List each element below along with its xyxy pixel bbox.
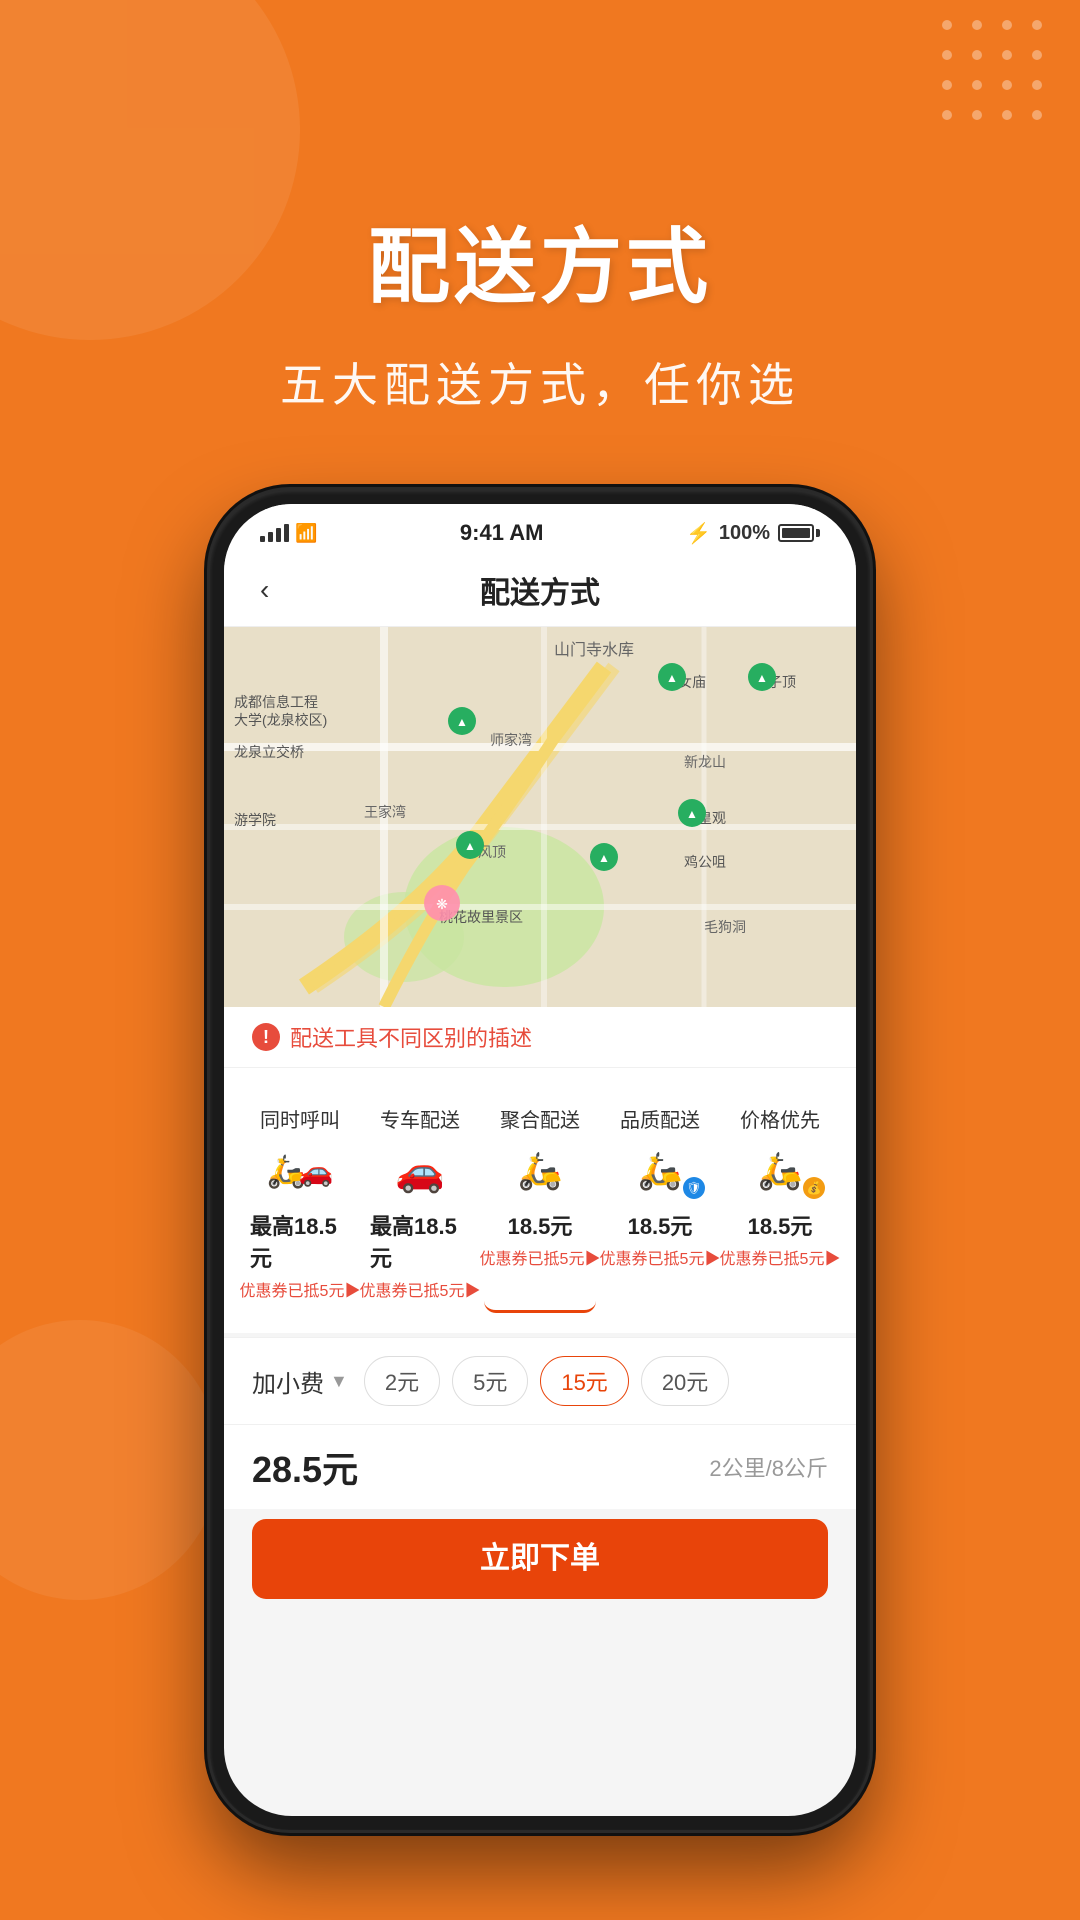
option-icon-dedicated: 🚗 xyxy=(375,1143,465,1199)
option-name-price_priority: 价格优先 xyxy=(740,1104,820,1133)
svg-text:师家湾: 师家湾 xyxy=(490,732,532,748)
total-price: 28.5元 xyxy=(252,1441,358,1493)
map-background: 山门寺水库 成都信息工程 大学(龙泉校区) 龙泉立交桥 游学院 王家湾 凉风顶 … xyxy=(224,627,856,1007)
wifi-icon: 📶 xyxy=(295,523,317,544)
option-price-price_priority: 18.5元 xyxy=(748,1209,813,1241)
warning-banner: ! 配送工具不同区别的插述 xyxy=(224,1007,856,1068)
status-right: ⚡ 100% xyxy=(686,521,820,546)
bluetooth-icon: ⚡ xyxy=(686,521,711,546)
delivery-options: 同时呼叫🛵🚗最高18.5元优惠券已抵5元▶专车配送🚗最高18.5元优惠券已抵5元… xyxy=(224,1068,856,1333)
svg-text:毛狗洞: 毛狗洞 xyxy=(704,919,746,935)
svg-text:▲: ▲ xyxy=(456,715,468,729)
fee-chip-20[interactable]: 20元 xyxy=(641,1356,729,1406)
option-name-aggregate: 聚合配送 xyxy=(500,1104,580,1133)
option-discount-price_priority: 优惠券已抵5元▶ xyxy=(720,1245,841,1269)
option-icon-simultaneous: 🛵🚗 xyxy=(255,1143,345,1199)
signal-bars-icon xyxy=(260,524,289,542)
warning-icon: ! xyxy=(252,1023,280,1051)
delivery-option-simultaneous[interactable]: 同时呼叫🛵🚗最高18.5元优惠券已抵5元▶ xyxy=(244,1092,356,1313)
fee-chip-5[interactable]: 5元 xyxy=(452,1356,528,1406)
svg-text:游学院: 游学院 xyxy=(234,812,276,828)
option-name-simultaneous: 同时呼叫 xyxy=(260,1104,340,1133)
svg-text:鸡公咀: 鸡公咀 xyxy=(684,854,726,870)
option-price-aggregate: 18.5元 xyxy=(508,1209,573,1241)
order-button[interactable]: 立即下单 xyxy=(252,1519,828,1599)
phone-shell: 📶 9:41 AM ⚡ 100% ‹ 配送方式 xyxy=(210,490,870,1830)
nav-title: 配送方式 xyxy=(300,568,780,612)
fee-chips: 2元5元15元 20元 xyxy=(364,1356,828,1406)
option-discount-dedicated: 优惠券已抵5元▶ xyxy=(360,1277,481,1301)
option-icon-aggregate: 🛵 xyxy=(495,1143,585,1199)
dropdown-icon[interactable]: ▼ xyxy=(330,1371,348,1392)
map-area[interactable]: 山门寺水库 成都信息工程 大学(龙泉校区) 龙泉立交桥 游学院 王家湾 凉风顶 … xyxy=(224,627,856,1007)
battery-percent: 100% xyxy=(719,522,770,545)
battery-icon xyxy=(778,524,820,542)
option-name-quality: 品质配送 xyxy=(620,1104,700,1133)
status-bar: 📶 9:41 AM ⚡ 100% xyxy=(224,504,856,554)
option-icon-quality: 🛵🛡 xyxy=(615,1143,705,1199)
delivery-option-quality[interactable]: 品质配送🛵🛡18.5元优惠券已抵5元▶ xyxy=(604,1092,716,1313)
phone-screen: 📶 9:41 AM ⚡ 100% ‹ 配送方式 xyxy=(224,504,856,1816)
fee-chip-15[interactable]: 15元 xyxy=(540,1356,628,1406)
small-fee-label: 加小费 ▼ xyxy=(252,1364,348,1399)
distance-info: 2公里/8公斤 xyxy=(709,1451,828,1483)
svg-text:▲: ▲ xyxy=(666,671,678,685)
total-row: 28.5元 2公里/8公斤 xyxy=(224,1424,856,1509)
delivery-option-dedicated[interactable]: 专车配送🚗最高18.5元优惠券已抵5元▶ xyxy=(364,1092,476,1313)
map-svg: 山门寺水库 成都信息工程 大学(龙泉校区) 龙泉立交桥 游学院 王家湾 凉风顶 … xyxy=(224,627,856,1007)
svg-text:▲: ▲ xyxy=(598,851,610,865)
delivery-option-aggregate[interactable]: 聚合配送🛵18.5元优惠券已抵5元▶ xyxy=(484,1092,596,1313)
options-scroll[interactable]: 同时呼叫🛵🚗最高18.5元优惠券已抵5元▶专车配送🚗最高18.5元优惠券已抵5元… xyxy=(224,1092,856,1333)
option-discount-quality: 优惠券已抵5元▶ xyxy=(600,1245,721,1269)
header-area: 配送方式 五大配送方式，任你选 xyxy=(0,0,1080,415)
option-price-simultaneous: 最高18.5元 xyxy=(250,1209,350,1273)
page-title: 配送方式 xyxy=(0,200,1080,319)
svg-text:▲: ▲ xyxy=(756,671,768,685)
delivery-option-price_priority[interactable]: 价格优先🛵💰18.5元优惠券已抵5元▶ xyxy=(724,1092,836,1313)
option-discount-simultaneous: 优惠券已抵5元▶ xyxy=(240,1277,361,1301)
page-subtitle: 五大配送方式，任你选 xyxy=(0,349,1080,415)
svg-text:王家湾: 王家湾 xyxy=(364,804,406,820)
svg-text:▲: ▲ xyxy=(464,839,476,853)
option-price-dedicated: 最高18.5元 xyxy=(370,1209,470,1273)
fee-chip-2[interactable]: 2元 xyxy=(364,1356,440,1406)
small-fee-section: 加小费 ▼ 2元5元15元 20元 xyxy=(224,1337,856,1424)
option-icon-price_priority: 🛵💰 xyxy=(735,1143,825,1199)
svg-text:大学(龙泉校区): 大学(龙泉校区) xyxy=(234,712,327,728)
option-price-quality: 18.5元 xyxy=(628,1209,693,1241)
svg-text:成都信息工程: 成都信息工程 xyxy=(234,694,318,710)
svg-text:龙泉立交桥: 龙泉立交桥 xyxy=(234,744,304,760)
svg-text:山门寺水库: 山门寺水库 xyxy=(554,641,634,659)
svg-text:▲: ▲ xyxy=(686,807,698,821)
warning-text: 配送工具不同区别的插述 xyxy=(290,1021,532,1053)
svg-text:新龙山: 新龙山 xyxy=(684,754,726,770)
option-discount-aggregate: 优惠券已抵5元▶ xyxy=(480,1245,601,1269)
nav-bar: ‹ 配送方式 xyxy=(224,554,856,627)
phone-mockup: 📶 9:41 AM ⚡ 100% ‹ 配送方式 xyxy=(210,490,870,1830)
status-time: 9:41 AM xyxy=(460,520,544,546)
back-button[interactable]: ‹ xyxy=(260,574,300,606)
status-left: 📶 xyxy=(260,523,317,544)
option-name-dedicated: 专车配送 xyxy=(380,1104,460,1133)
svg-text:❋: ❋ xyxy=(436,896,448,912)
